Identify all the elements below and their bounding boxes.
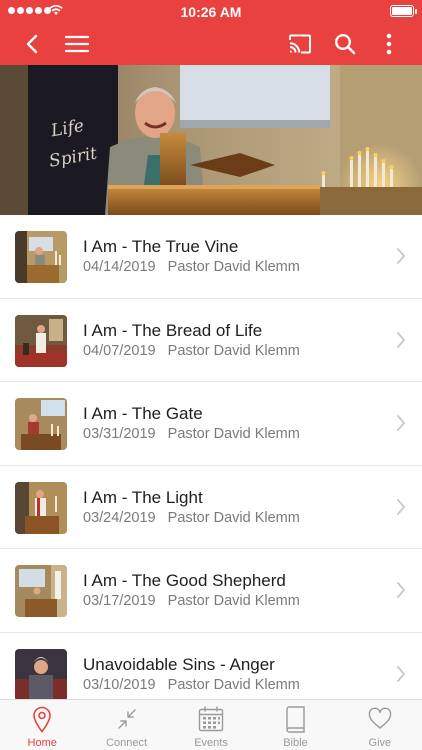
tab-give[interactable]: Give [338,700,422,750]
sermon-speaker: Pastor David Klemm [167,426,300,443]
list-item[interactable]: I Am - The Light 03/24/2019 Pastor David… [0,466,422,550]
tab-connect[interactable]: Connect [84,700,168,750]
tab-home[interactable]: Home [0,700,84,750]
calendar-icon [198,706,224,732]
cast-button[interactable] [284,28,316,60]
tab-events[interactable]: Events [169,700,253,750]
app-header: 10:26 AM [0,0,422,65]
sermon-thumbnail [15,648,67,699]
connect-arrows-icon [117,709,136,729]
cast-icon [289,34,311,54]
tab-label: Connect [106,737,148,749]
menu-button[interactable] [61,28,93,60]
book-icon [286,706,306,733]
sermon-thumbnail [15,231,67,283]
location-pin-icon [33,706,52,733]
nav-bar [0,22,422,65]
sermon-speaker: Pastor David Klemm [167,342,300,359]
sermon-title: I Am - The True Vine [83,237,239,256]
sermon-title: I Am - The Bread of Life [83,320,263,340]
sermon-speaker: Pastor David Klemm [167,509,300,526]
battery-icon [390,5,417,17]
sermon-date: 03/31/2019 [83,426,156,443]
chevron-right-icon [397,331,405,348]
sermon-date: 03/17/2019 [83,593,156,610]
sermon-thumbnail [15,314,67,367]
sermon-speaker: Pastor David Klemm [167,593,300,610]
back-icon [26,34,38,54]
list-item[interactable]: I Am - The Gate 03/31/2019 Pastor David … [0,382,422,466]
sermon-title: Unavoidable Sins - Anger [83,654,275,674]
sermon-date: 04/14/2019 [83,259,156,275]
sermon-meta: 04/14/2019 Pastor David Klemm [83,259,300,275]
tab-label: Bible [283,737,308,749]
chevron-right-icon [397,415,405,432]
search-button[interactable] [329,28,361,60]
sermon-thumbnail [15,481,67,534]
tab-label: Home [27,737,57,749]
sermon-date: 03/24/2019 [83,509,156,526]
heart-icon [368,707,392,729]
sermon-thumbnail [15,565,67,618]
tab-bible[interactable]: Bible [253,700,337,750]
status-time: 10:26 AM [180,4,242,20]
sermon-meta: 03/17/2019 Pastor David Klemm [83,593,300,609]
search-icon [334,33,356,55]
list-item[interactable]: Unavoidable Sins - Anger 03/10/2019 Past… [0,633,422,699]
sermon-meta: 04/07/2019 Pastor David Klemm [83,343,300,359]
more-icon [386,33,392,55]
chevron-right-icon [397,498,405,515]
sermon-title: I Am - The Gate [83,404,203,424]
sermon-date: 03/10/2019 [83,676,156,693]
back-button[interactable] [16,28,48,60]
sermon-speaker: Pastor David Klemm [167,676,300,693]
chevron-right-icon [397,248,405,264]
list-item[interactable]: I Am - The Good Shepherd 03/17/2019 Past… [0,549,422,633]
sermon-meta: 03/10/2019 Pastor David Klemm [83,677,300,693]
sermon-speaker: Pastor David Klemm [167,259,300,275]
tab-bar: Home Connect Events Bible Give [0,699,422,750]
hero-image: Life Spirit [0,65,422,215]
sermon-meta: 03/31/2019 Pastor David Klemm [83,426,300,442]
tab-label: Give [368,737,392,749]
sermon-thumbnail [15,398,67,451]
sermon-title: I Am - The Light [83,487,203,507]
sermon-date: 04/07/2019 [83,342,156,359]
sermon-title: I Am - The Good Shepherd [83,571,286,591]
more-button[interactable] [373,28,405,60]
menu-icon [65,35,89,53]
chevron-right-icon [397,666,405,682]
sermon-meta: 03/24/2019 Pastor David Klemm [83,510,300,526]
status-bar: 10:26 AM [0,0,422,22]
tab-label: Events [194,737,228,749]
list-item[interactable]: I Am - The True Vine 04/14/2019 Pastor D… [0,215,422,299]
list-item[interactable]: I Am - The Bread of Life 04/07/2019 Past… [0,299,422,383]
sermon-list: I Am - The True Vine 04/14/2019 Pastor D… [0,215,422,699]
chevron-right-icon [397,582,405,599]
